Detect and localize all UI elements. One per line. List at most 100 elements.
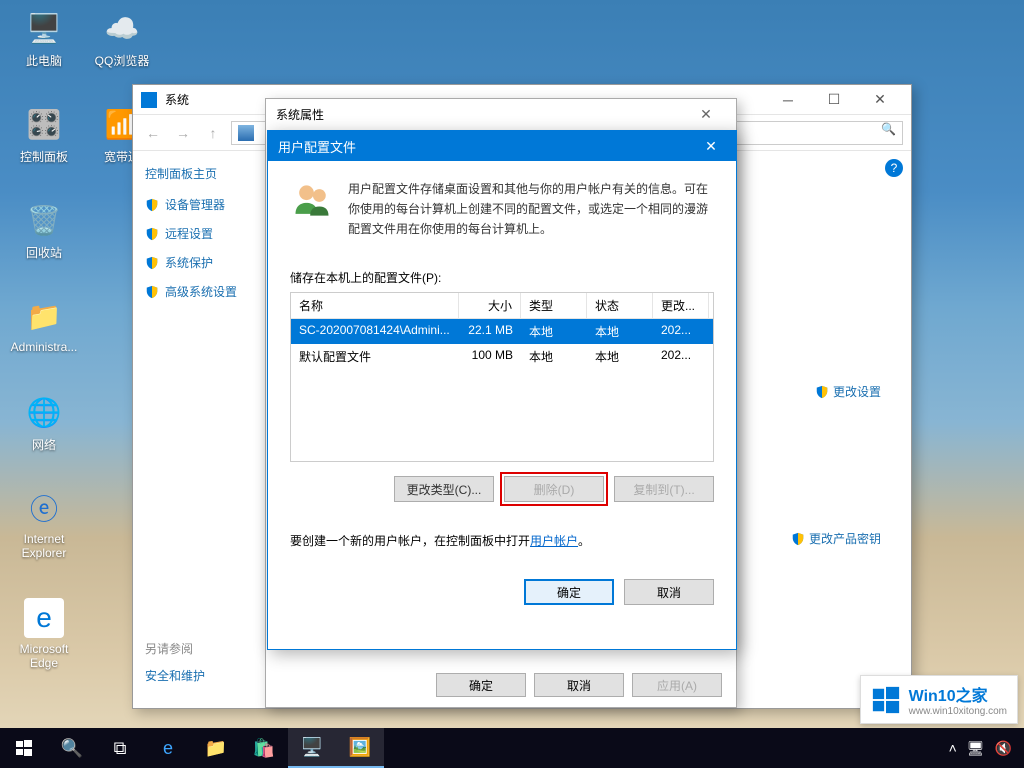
system-taskbar-icon[interactable]: 🖥️ (288, 728, 336, 768)
user-accounts-link[interactable]: 用户帐户 (530, 534, 578, 548)
table-header: 名称 大小 类型 状态 更改... (291, 293, 713, 319)
label: Microsoft Edge (8, 642, 80, 670)
label: 安全和维护 (145, 667, 205, 684)
administrator-icon[interactable]: 📁Administra... (8, 296, 80, 354)
minimize-button[interactable]: ─ (765, 85, 811, 115)
win10-logo-icon (871, 685, 901, 715)
col-modified[interactable]: 更改... (653, 293, 709, 318)
dialog-buttons: 确定 取消 应用(A) (436, 673, 722, 697)
search-button[interactable]: 🔍 (48, 728, 96, 768)
explorer-taskbar-icon[interactable]: 📁 (192, 728, 240, 768)
hint-suffix: 。 (578, 534, 590, 548)
hint-prefix: 要创建一个新的用户帐户，在控制面板中打开 (290, 534, 530, 548)
label: 更改设置 (833, 383, 881, 400)
shield-icon (145, 256, 159, 270)
shield-icon (145, 198, 159, 212)
forward-button[interactable]: → (171, 121, 195, 145)
label: 控制面板 (8, 148, 80, 165)
ie-icon[interactable]: ⓔInternet Explorer (8, 488, 80, 560)
title: 用户配置文件 (278, 137, 356, 156)
label: 远程设置 (165, 225, 213, 242)
security-maintenance-link[interactable]: 安全和维护 (145, 667, 261, 684)
ok-button[interactable]: 确定 (436, 673, 526, 697)
table-row[interactable]: SC-202007081424\Admini... 22.1 MB 本地 本地 … (291, 319, 713, 344)
cancel-button[interactable]: 取消 (624, 579, 714, 605)
hint-text: 要创建一个新的用户帐户，在控制面板中打开用户帐户。 (290, 532, 714, 549)
profiles-label: 储存在本机上的配置文件(P): (290, 269, 714, 286)
taskbar: 🔍 ⧉ e 📁 🛍️ 🖥️ 🖼️ ˄ 🖥 🔇 (0, 728, 1024, 768)
cell-modified: 202... (653, 344, 709, 369)
watermark: Win10之家 www.win10xitong.com (860, 675, 1018, 724)
tray-up-icon[interactable]: ˄ (949, 740, 957, 756)
start-button[interactable] (0, 728, 48, 768)
cell-name: 默认配置文件 (291, 344, 459, 369)
label: 更改产品密钥 (809, 530, 881, 547)
delete-button[interactable]: 删除(D) (504, 476, 604, 502)
system-protection-link[interactable]: 系统保护 (145, 254, 261, 271)
label: QQ浏览器 (86, 52, 158, 69)
users-icon (290, 179, 334, 223)
watermark-title: Win10之家 (909, 682, 1007, 706)
remote-settings-link[interactable]: 远程设置 (145, 225, 261, 242)
monitor-icon (238, 125, 254, 141)
volume-tray-icon[interactable]: 🔇 (995, 740, 1012, 757)
label: 高级系统设置 (165, 283, 237, 300)
edge-taskbar-icon[interactable]: e (144, 728, 192, 768)
back-button[interactable]: ← (141, 121, 165, 145)
label: 网络 (8, 436, 80, 453)
this-pc-icon[interactable]: 🖥️此电脑 (8, 8, 80, 69)
task-view-button[interactable]: ⧉ (96, 728, 144, 768)
system-tray: ˄ 🖥 🔇 (949, 740, 1024, 757)
network-icon[interactable]: 🌐网络 (8, 392, 80, 453)
cell-size: 22.1 MB (459, 319, 521, 344)
cell-status: 本地 (587, 344, 653, 369)
see-also: 另请参阅 (145, 640, 261, 657)
control-panel-icon[interactable]: 🎛️控制面板 (8, 104, 80, 165)
close-button[interactable]: ✕ (857, 85, 903, 115)
store-taskbar-icon[interactable]: 🛍️ (240, 728, 288, 768)
edge-icon[interactable]: eMicrosoft Edge (8, 598, 80, 670)
qq-browser-icon[interactable]: ☁️QQ浏览器 (86, 8, 158, 69)
col-type[interactable]: 类型 (521, 293, 587, 318)
shield-icon (791, 532, 805, 546)
watermark-url: www.win10xitong.com (909, 706, 1007, 717)
col-name[interactable]: 名称 (291, 293, 459, 318)
recycle-bin-icon[interactable]: 🗑️回收站 (8, 200, 80, 261)
titlebar: 系统属性 ✕ (266, 99, 736, 129)
help-icon[interactable]: ? (885, 159, 903, 177)
shield-icon (145, 285, 159, 299)
change-type-button[interactable]: 更改类型(C)... (394, 476, 494, 502)
label: 回收站 (8, 244, 80, 261)
maximize-button[interactable]: ☐ (811, 85, 857, 115)
label: 此电脑 (8, 52, 80, 69)
ok-button[interactable]: 确定 (524, 579, 614, 605)
label: Administra... (8, 340, 80, 354)
device-manager-link[interactable]: 设备管理器 (145, 196, 261, 213)
up-button[interactable]: ↑ (201, 121, 225, 145)
title: 系统属性 (276, 106, 324, 123)
left-panel: 控制面板主页 设备管理器 远程设置 系统保护 高级系统设置 另请参阅 安全和维护 (133, 151, 273, 708)
apply-button[interactable]: 应用(A) (632, 673, 722, 697)
search-input[interactable] (723, 121, 903, 145)
cell-status: 本地 (587, 319, 653, 344)
cancel-button[interactable]: 取消 (534, 673, 624, 697)
col-size[interactable]: 大小 (459, 293, 521, 318)
settings-taskbar-icon[interactable]: 🖼️ (336, 728, 384, 768)
copy-to-button[interactable]: 复制到(T)... (614, 476, 714, 502)
cell-type: 本地 (521, 319, 587, 344)
profile-actions: 更改类型(C)... 删除(D) 复制到(T)... (290, 476, 714, 502)
close-button[interactable]: ✕ (696, 131, 726, 161)
label: 设备管理器 (165, 196, 225, 213)
cell-type: 本地 (521, 344, 587, 369)
control-panel-home[interactable]: 控制面板主页 (145, 165, 261, 182)
description-area: 用户配置文件存储桌面设置和其他与你的用户帐户有关的信息。可在你使用的每台计算机上… (290, 179, 714, 239)
user-profiles-dialog: 用户配置文件 ✕ 用户配置文件存储桌面设置和其他与你的用户帐户有关的信息。可在你… (267, 130, 737, 650)
cell-modified: 202... (653, 319, 709, 344)
advanced-settings-link[interactable]: 高级系统设置 (145, 283, 261, 300)
cell-size: 100 MB (459, 344, 521, 369)
close-button[interactable]: ✕ (686, 99, 726, 129)
network-tray-icon[interactable]: 🖥 (967, 740, 985, 757)
table-row[interactable]: 默认配置文件 100 MB 本地 本地 202... (291, 344, 713, 369)
col-status[interactable]: 状态 (587, 293, 653, 318)
profiles-table[interactable]: 名称 大小 类型 状态 更改... SC-202007081424\Admini… (290, 292, 714, 462)
